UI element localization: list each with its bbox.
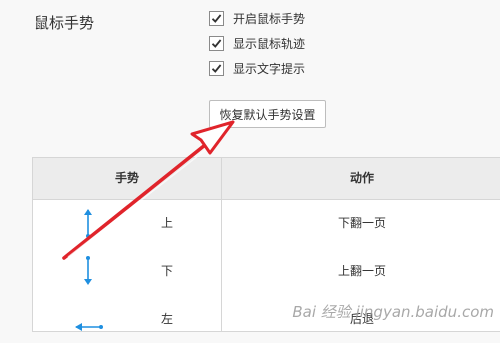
checkmark-icon bbox=[211, 14, 222, 23]
column-header-action: 动作 bbox=[349, 171, 374, 185]
option-label: 显示文字提示 bbox=[233, 62, 306, 76]
down-up-arrow-icon bbox=[84, 256, 92, 285]
watermark-logo: Bai 经验 jingyan.baidu.com bbox=[292, 303, 494, 321]
checkbox[interactable] bbox=[209, 61, 224, 76]
gesture-options: 开启鼠标手势 显示鼠标轨迹 显示文字提示 bbox=[209, 8, 305, 83]
gesture-direction: 下 bbox=[161, 264, 174, 278]
checkmark-icon bbox=[211, 64, 222, 73]
section-title: 鼠标手势 bbox=[34, 14, 95, 32]
checkbox[interactable] bbox=[209, 36, 224, 51]
gesture-action: 上翻一页 bbox=[337, 264, 386, 278]
reset-default-gestures-button[interactable]: 恢复默认手势设置 bbox=[209, 100, 326, 128]
option-show-trail[interactable]: 显示鼠标轨迹 bbox=[209, 33, 305, 54]
checkmark-icon bbox=[211, 39, 222, 48]
option-label: 开启鼠标手势 bbox=[233, 12, 306, 26]
option-enable-gesture[interactable]: 开启鼠标手势 bbox=[209, 8, 305, 29]
gesture-direction: 左 bbox=[161, 312, 174, 326]
table-header: 手势 动作 bbox=[33, 158, 500, 200]
gesture-direction: 上 bbox=[161, 216, 174, 230]
up-down-arrow-icon bbox=[84, 209, 92, 238]
checkbox[interactable] bbox=[209, 11, 224, 26]
column-header-gesture: 手势 bbox=[114, 171, 139, 185]
left-arrow-icon bbox=[75, 323, 103, 331]
option-show-text-tip[interactable]: 显示文字提示 bbox=[209, 58, 305, 79]
table-row[interactable]: 下 上翻一页 bbox=[33, 247, 500, 295]
option-label: 显示鼠标轨迹 bbox=[233, 37, 306, 51]
gesture-action: 下翻一页 bbox=[337, 216, 386, 230]
table-row[interactable]: 上 下翻一页 bbox=[33, 199, 500, 247]
